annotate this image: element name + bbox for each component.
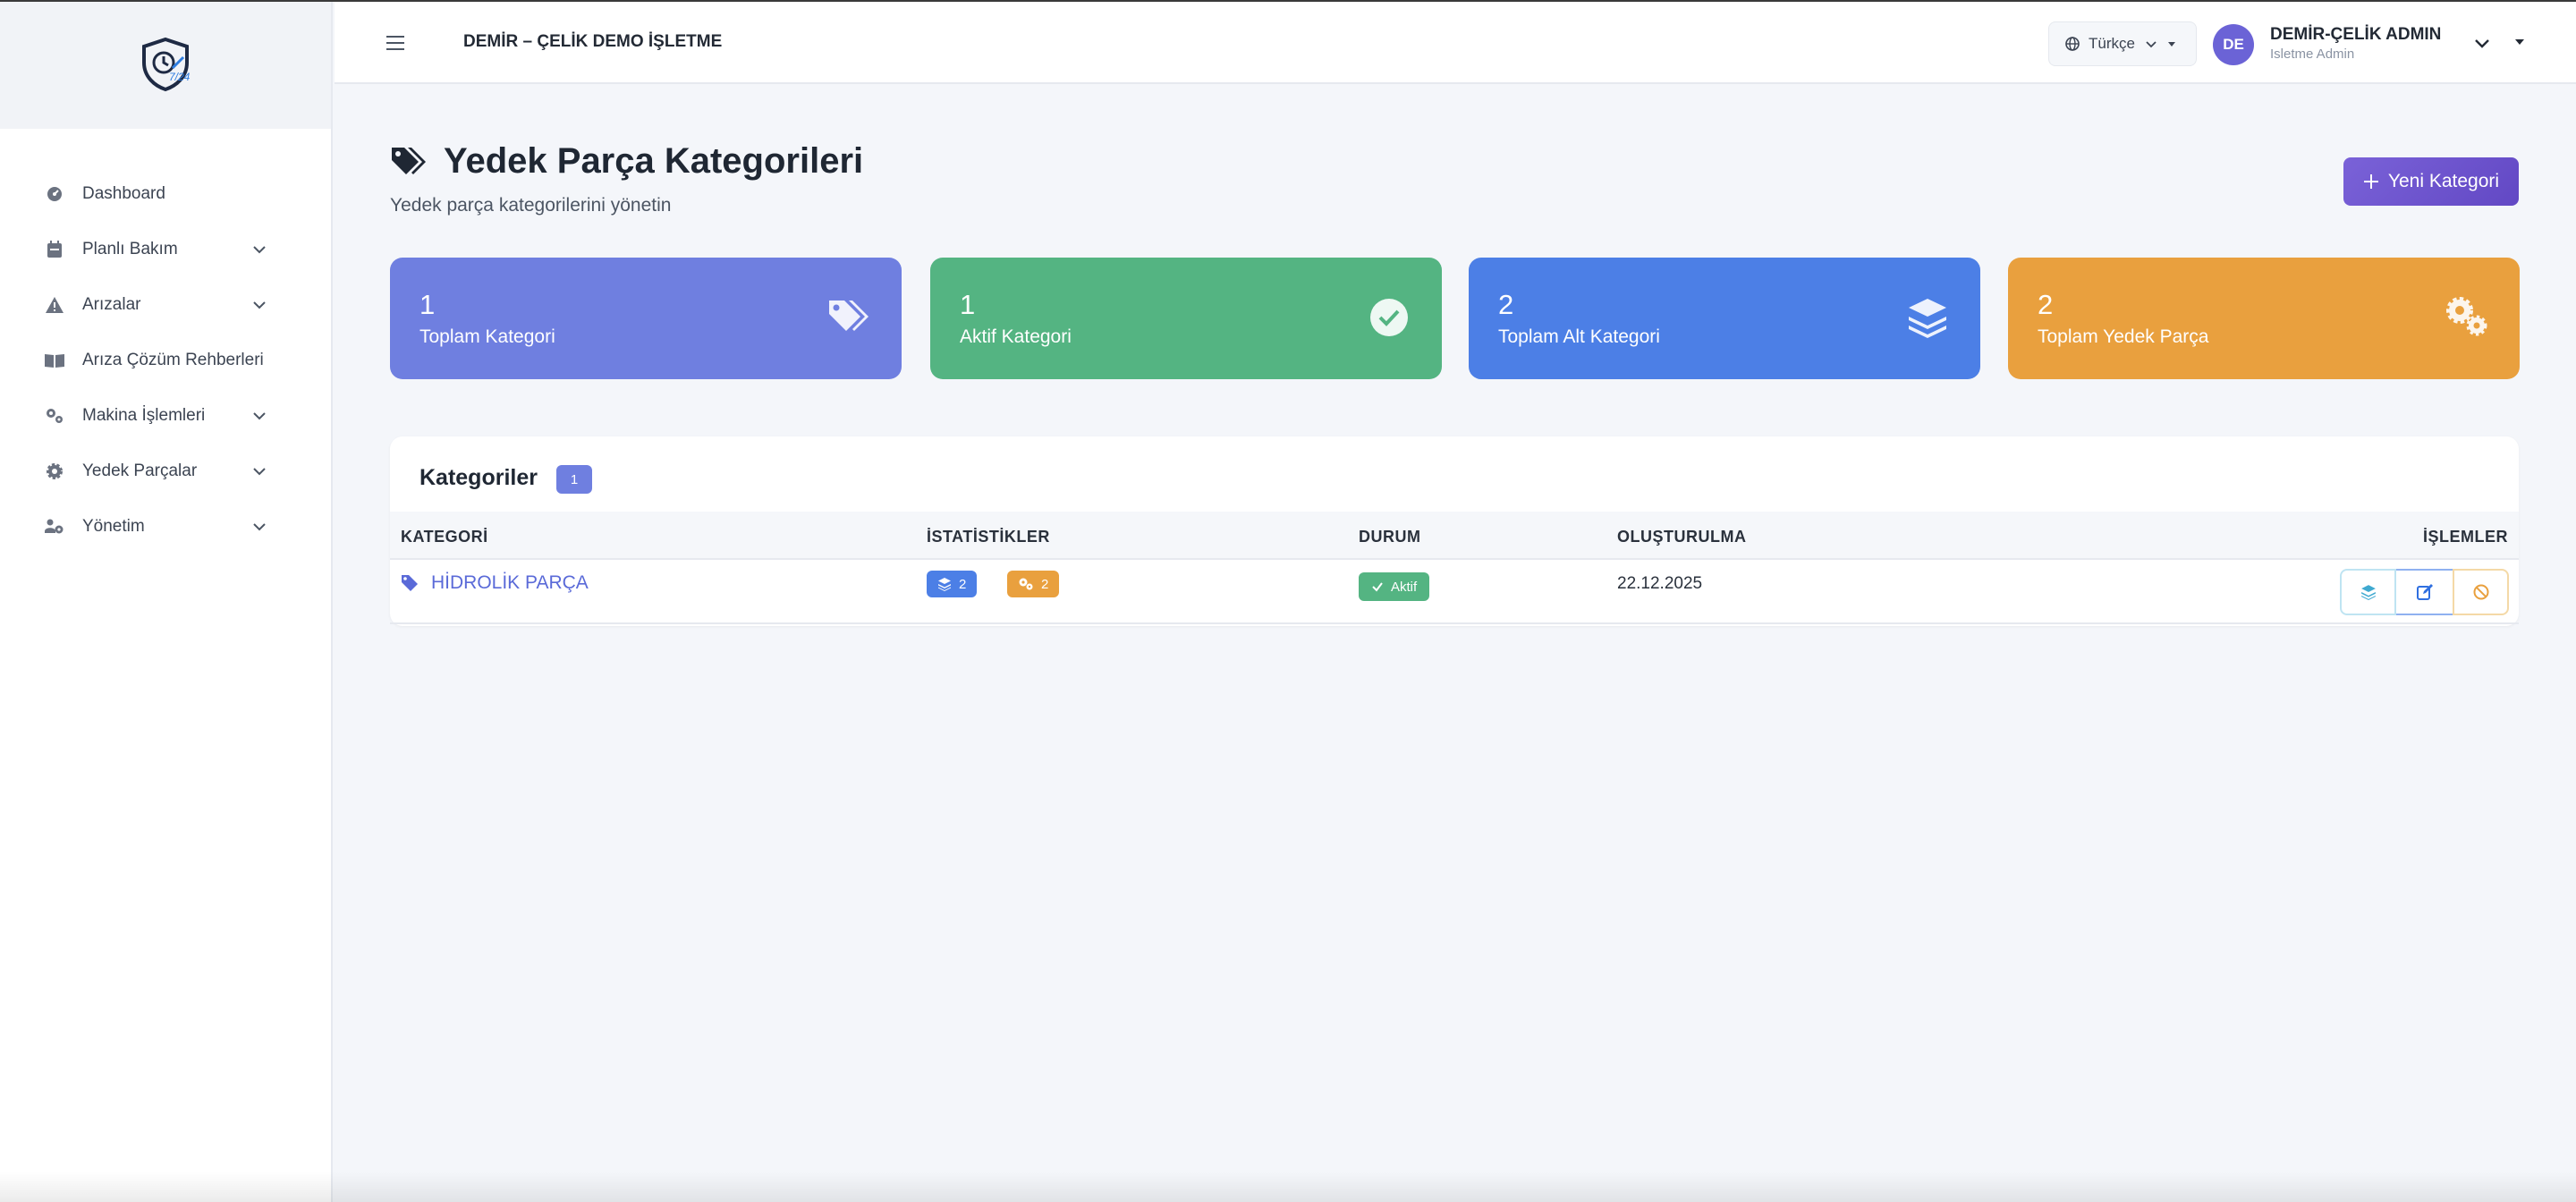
users-cog-icon [45, 517, 64, 537]
avatar[interactable]: DE [2213, 24, 2254, 65]
subcategories-button[interactable] [2340, 569, 2396, 615]
warning-icon [45, 295, 64, 315]
status-badge: Aktif [1359, 572, 1430, 601]
window-top-border [0, 0, 2576, 2]
table-row: HİDROLİK PARÇA 2 2 Aktif 22.12.2025 [390, 560, 2519, 624]
stat-label: Toplam Yedek Parça [2038, 326, 2209, 347]
user-role: Isletme Admin [2270, 47, 2355, 62]
page-title-text: Yedek Parça Kategorileri [444, 141, 864, 181]
ban-icon [2473, 584, 2488, 600]
category-name: HİDROLİK PARÇA [431, 572, 589, 593]
column-header-stats[interactable]: İSTATİSTİKLER [927, 528, 1050, 546]
sidebar-item-ariza-cozum-rehberleri[interactable]: Arıza Çözüm Rehberleri [0, 333, 331, 388]
user-name: DEMİR-ÇELİK ADMIN [2270, 25, 2442, 44]
chevron-down-icon [2146, 41, 2157, 48]
layers-icon [2360, 585, 2376, 600]
svg-text:7/24: 7/24 [169, 71, 191, 83]
caret-down-icon[interactable] [2513, 36, 2526, 48]
new-category-button[interactable]: Yeni Kategori [2343, 157, 2519, 206]
sidebar-item-planli-bakim[interactable]: Planlı Bakım [0, 222, 331, 277]
sidebar-item-yedek-parcalar[interactable]: Yedek Parçalar [0, 444, 331, 499]
gear-icon [45, 461, 64, 481]
count-badge: 1 [556, 465, 592, 494]
sidebar-item-arizalar[interactable]: Arızalar [0, 277, 331, 333]
page-title: Yedek Parça Kategorileri [390, 141, 863, 182]
chevron-down-icon [253, 246, 266, 254]
globe-icon [2065, 37, 2080, 51]
calendar-icon [45, 240, 64, 259]
sidebar-item-label: Dashboard [82, 184, 165, 203]
check-icon [1372, 582, 1383, 592]
new-category-label: Yeni Kategori [2387, 171, 2500, 191]
created-date: 22.12.2025 [1617, 574, 1703, 593]
gears-icon [45, 406, 64, 426]
edit-icon [2416, 584, 2433, 600]
page-subtitle: Yedek parça kategorilerini yönetin [390, 195, 672, 216]
layers-icon [938, 578, 951, 591]
check-circle-icon [1370, 299, 1408, 336]
table-header: KATEGORİ İSTATİSTİKLER DURUM OLUŞTURULMA… [390, 512, 2519, 560]
sidebar: 7/24 Dashboard Planlı Bakım Arızalar Arı… [0, 0, 333, 1202]
plus-icon [2363, 174, 2378, 189]
stat-label: Toplam Alt Kategori [1498, 326, 1660, 347]
chevron-down-icon [253, 523, 266, 531]
stat-card-total-categories: 1 Toplam Kategori [390, 258, 902, 379]
language-selector[interactable]: Türkçe [2048, 21, 2197, 66]
stat-card-total-subcategories: 2 Toplam Alt Kategori [1469, 258, 1980, 379]
categories-panel: Kategoriler 1 KATEGORİ İSTATİSTİKLER DUR… [390, 436, 2519, 626]
sidebar-menu: Dashboard Planlı Bakım Arızalar Arıza Çö… [0, 129, 331, 554]
column-header-created[interactable]: OLUŞTURULMA [1617, 528, 1746, 546]
logo-area[interactable]: 7/24 [0, 0, 331, 129]
company-name: DEMİR – ÇELİK DEMO İŞLETME [463, 32, 723, 51]
stat-value: 2 [1498, 289, 1514, 320]
chevron-down-icon [253, 468, 266, 476]
sidebar-item-label: Makina İşlemleri [82, 406, 206, 425]
category-link[interactable]: HİDROLİK PARÇA [401, 572, 589, 594]
chevron-down-icon [253, 301, 266, 309]
column-header-category[interactable]: KATEGORİ [401, 528, 488, 546]
stat-card-active-categories: 1 Aktif Kategori [930, 258, 1442, 379]
column-header-status[interactable]: DURUM [1359, 528, 1421, 546]
stat-value: 2 [2038, 289, 2054, 320]
stat-value: 1 [960, 289, 976, 320]
tags-icon [829, 300, 869, 331]
status-label: Aktif [1391, 579, 1418, 595]
spare-part-count-badge: 2 [1007, 571, 1060, 597]
stat-label: Toplam Kategori [419, 326, 555, 347]
chevron-down-icon [253, 412, 266, 420]
subcategory-count-badge: 2 [927, 571, 978, 597]
app-logo: 7/24 [142, 37, 191, 92]
user-menu-chevron-icon[interactable] [2472, 33, 2492, 53]
sidebar-item-yonetim[interactable]: Yönetim [0, 499, 331, 554]
gears-icon [1019, 578, 1033, 590]
dashboard-icon [45, 184, 64, 204]
panel-title: Kategoriler [419, 465, 538, 490]
top-header: DEMİR – ÇELİK DEMO İŞLETME Türkçe DE DEM… [335, 2, 2576, 84]
edit-button[interactable] [2396, 569, 2453, 615]
deactivate-button[interactable] [2453, 569, 2509, 615]
sidebar-item-makina-islemleri[interactable]: Makina İşlemleri [0, 388, 331, 444]
tag-icon [402, 575, 418, 591]
sidebar-item-label: Planlı Bakım [82, 240, 178, 258]
hamburger-menu-icon[interactable] [385, 32, 406, 54]
sidebar-item-dashboard[interactable]: Dashboard [0, 166, 331, 222]
layers-icon [1909, 299, 1946, 338]
stat-value: 1 [419, 289, 436, 320]
sidebar-item-label: Arıza Çözüm Rehberleri [82, 351, 264, 369]
row-actions [2340, 569, 2509, 615]
stat-label: Aktif Kategori [960, 326, 1072, 347]
spare-part-count: 2 [1041, 576, 1049, 592]
sidebar-item-label: Yedek Parçalar [82, 461, 198, 480]
gears-icon [2446, 297, 2487, 336]
sidebar-item-label: Arızalar [82, 295, 141, 314]
column-header-actions: İŞLEMLER [2422, 528, 2508, 546]
language-label: Türkçe [2089, 35, 2135, 52]
book-icon [45, 351, 64, 370]
tags-icon [392, 147, 426, 174]
sidebar-item-label: Yönetim [82, 517, 145, 536]
bottom-edge-shadow [0, 1172, 2576, 1202]
subcategory-count: 2 [959, 576, 967, 592]
stat-card-total-spare-parts: 2 Toplam Yedek Parça [2008, 258, 2520, 379]
caret-down-icon [2167, 42, 2175, 47]
